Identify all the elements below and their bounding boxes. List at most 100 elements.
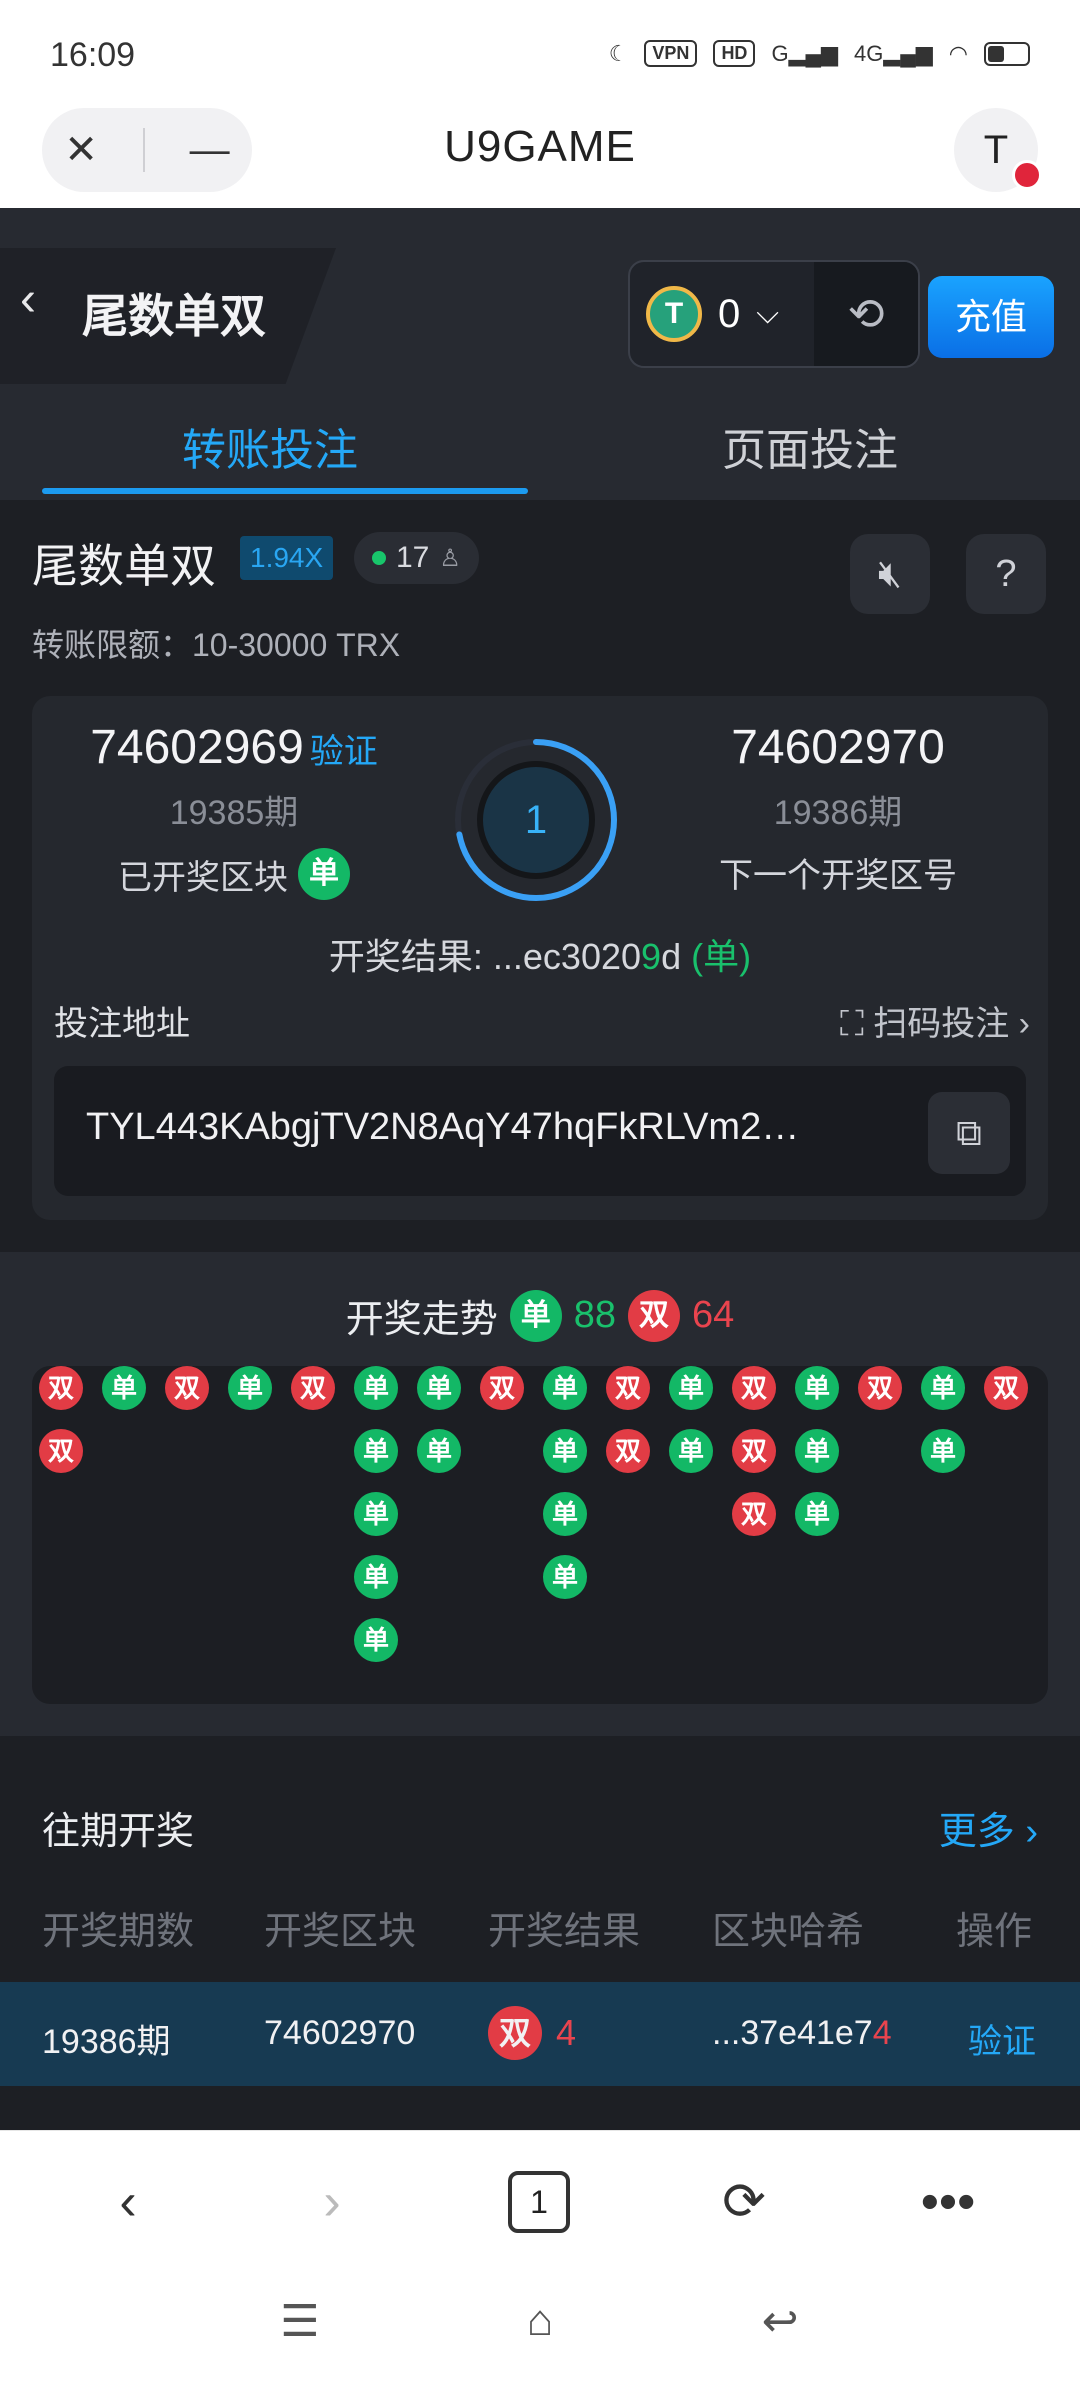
page-header: ‹ 尾数单双 T 0 ⌵ ⟲ 充值 转账投注 页面投注 — [0, 208, 1080, 500]
row-hash: ...37e41e74 — [712, 2014, 892, 2053]
row-hash-last: 4 — [872, 2014, 892, 2052]
table-row[interactable]: 19386期 74602970 双 4 ...37e41e74 验证 — [0, 1982, 1080, 2086]
browser-title: U9GAME — [444, 122, 636, 171]
trend-cell: 双 — [984, 1366, 1028, 1410]
trend-cell: 双 — [858, 1366, 902, 1410]
online-dot-icon — [372, 551, 386, 565]
header-action: 操作 — [956, 1911, 1033, 1953]
online-count: 17 ♙ — [354, 532, 479, 584]
wifi-icon: ◠ — [948, 40, 968, 66]
refresh-icon: ⟲ — [847, 289, 885, 339]
even-count: 64 — [692, 1294, 735, 1336]
result-tag: (单) — [691, 936, 752, 977]
trend-cell: 单 — [354, 1555, 398, 1599]
more-link[interactable]: 更多 › — [939, 1800, 1038, 1855]
system-nav: ☰ ⌂ ↩ — [0, 2270, 1080, 2388]
trend-cell: 单 — [543, 1492, 587, 1536]
header-block: 开奖区块 — [264, 1911, 417, 1953]
trend-cell: 单 — [417, 1429, 461, 1473]
scan-bet-link[interactable]: ⛶ 扫码投注 › — [840, 996, 1030, 1045]
more-menu-button[interactable]: ••• — [908, 2167, 988, 2237]
history-title: 往期开奖 — [42, 1811, 195, 1853]
help-button[interactable]: ? — [966, 534, 1046, 614]
row-period: 19386期 — [42, 2023, 171, 2061]
trend-grid: 双双单双单双单单单单单单单双单单单单双双单单双双双单单单双单单双 — [32, 1366, 1048, 1704]
more-label: 更多 — [938, 1811, 1015, 1853]
tab-transfer-bet[interactable]: 转账投注 — [0, 414, 540, 478]
verify-link[interactable]: 验证 — [310, 733, 378, 771]
trend-cell: 双 — [39, 1366, 83, 1410]
trend-cell: 单 — [543, 1366, 587, 1410]
history-section: 往期开奖 更多 › 开奖期数 开奖区块 开奖结果 区块哈希 操作 19386期 … — [0, 1736, 1080, 2130]
odd-count: 88 — [573, 1294, 616, 1336]
signal-g-icon: G▂▄▆ — [771, 40, 838, 66]
chevron-right-icon: › — [1025, 1811, 1038, 1853]
next-block-label: 下一个开奖区号 — [719, 857, 957, 895]
result-hash-mid: 20 — [600, 936, 642, 977]
trend-cell: 单 — [921, 1366, 965, 1410]
trend-cell: 双 — [606, 1429, 650, 1473]
next-period: 19386期 — [773, 794, 903, 832]
trend-section: 开奖走势 单 88 双 64 双双单双单双单单单单单单单双单单单单双双单单双双双… — [0, 1252, 1080, 1736]
status-icons: ☾ VPN HD G▂▄▆ 4G▂▄▆ ◠ — [609, 40, 1030, 67]
refresh-balance-button[interactable]: ⟲ — [814, 262, 918, 366]
prev-block-label: 已开奖区块 — [118, 858, 288, 897]
trend-cell: 单 — [228, 1366, 272, 1410]
row-block: 74602970 — [264, 2014, 416, 2052]
tab-count-button[interactable]: 1 — [508, 2171, 570, 2233]
active-tab-indicator — [42, 488, 528, 494]
back-nav-button[interactable]: ‹ — [88, 2167, 168, 2237]
game-title: 尾数单双 — [32, 540, 216, 592]
trend-cell: 单 — [543, 1429, 587, 1473]
speaker-mute-icon: 🔇︎ — [878, 553, 902, 595]
trend-cell: 单 — [354, 1492, 398, 1536]
trend-cell: 单 — [669, 1429, 713, 1473]
send-icon — [1012, 160, 1042, 190]
bet-address: TYL443KAbgjTV2N8AqY47hqFkRLVm2… — [86, 1106, 800, 1148]
countdown-timer: 1 — [452, 736, 620, 904]
row-result-badge: 双 — [488, 2006, 542, 2060]
countdown-value: 1 — [524, 798, 548, 842]
trend-cell: 双 — [732, 1492, 776, 1536]
coin-selector[interactable]: T 0 ⌵ — [630, 262, 814, 366]
reload-icon: ⟳ — [722, 2173, 766, 2231]
trend-cell: 双 — [165, 1366, 209, 1410]
prev-block-number: 74602969 — [90, 721, 304, 774]
row-result-digit: 4 — [556, 2012, 577, 2053]
row-hash-text: ...37e41e7 — [712, 2014, 873, 2052]
copy-icon: ⧉ — [956, 1112, 982, 1153]
result-prefix: 开奖结果: — [328, 936, 493, 977]
home-icon[interactable]: ⌂ — [500, 2296, 580, 2356]
trend-cell: 双 — [291, 1366, 335, 1410]
header-hash: 区块哈希 — [712, 1911, 865, 1953]
wallet-selector[interactable]: T 0 ⌵ ⟲ — [628, 260, 920, 368]
bet-address-box: TYL443KAbgjTV2N8AqY47hqFkRLVm2… ⧉ — [54, 1066, 1026, 1196]
trend-title: 开奖走势 — [345, 1299, 498, 1341]
tab-page-bet[interactable]: 页面投注 — [540, 414, 1080, 478]
avatar[interactable]: T — [954, 108, 1042, 192]
trend-cell: 单 — [102, 1366, 146, 1410]
mute-button[interactable]: 🔇︎ — [850, 534, 930, 614]
forward-nav-button[interactable]: › — [292, 2167, 372, 2237]
copy-address-button[interactable]: ⧉ — [928, 1092, 1010, 1174]
menu-icon[interactable]: ☰ — [260, 2296, 340, 2356]
recharge-button[interactable]: 充值 — [928, 276, 1054, 358]
trend-cell: 单 — [417, 1366, 461, 1410]
trend-cell: 单 — [795, 1492, 839, 1536]
chevron-right-icon: › — [1018, 1005, 1030, 1043]
transfer-limit: 转账限额：10-30000 TRX — [32, 627, 401, 663]
user-icon: ♙ — [439, 544, 461, 572]
reload-button[interactable]: ⟳ — [704, 2167, 784, 2237]
wallet-amount: 0 — [718, 291, 741, 336]
arrow-right-icon: › — [323, 2173, 341, 2231]
usdt-coin-icon: T — [646, 286, 702, 342]
odd-badge: 单 — [509, 1289, 562, 1342]
result-hash-digit: 9 — [641, 936, 662, 977]
draw-result: 开奖结果: ...ec30209d (单) — [32, 928, 1048, 980]
trend-cell: 单 — [669, 1366, 713, 1410]
back-system-icon[interactable]: ↩ — [740, 2296, 820, 2356]
trend-cell: 双 — [732, 1429, 776, 1473]
back-icon[interactable]: ‹ — [20, 272, 36, 327]
row-verify-link[interactable]: 验证 — [968, 2014, 1036, 2063]
result-hash-end: d — [661, 936, 682, 977]
